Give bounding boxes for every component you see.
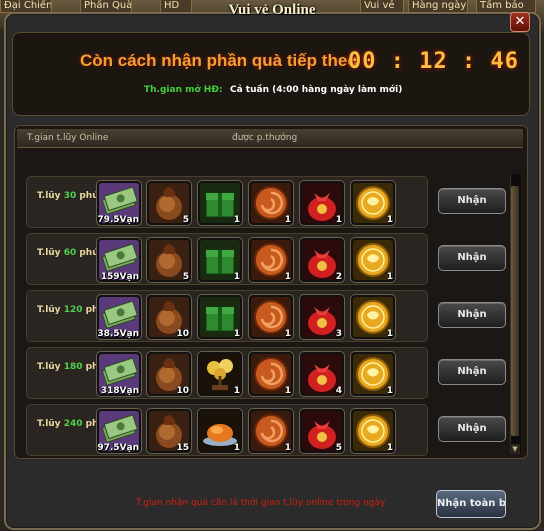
reward-item-slot[interactable]: 1 — [197, 408, 243, 454]
scrollbar-thumb[interactable] — [511, 186, 519, 436]
countdown-label: Còn cách nhận phần quà tiếp theo — [80, 51, 358, 70]
reward-item-slot[interactable]: 1 — [350, 294, 396, 340]
reward-item-slot[interactable]: 1 — [248, 180, 294, 226]
receive-button[interactable]: Nhận — [438, 245, 506, 271]
reward-item-slot[interactable]: 10 — [146, 351, 192, 397]
receive-button[interactable]: Nhận — [438, 359, 506, 385]
footer-note: T.gian nhận quà cần là thời gian t.lũy o… — [136, 498, 386, 508]
row-time-label: T.lũy 60 phút — [37, 248, 103, 258]
item-count: 4 — [335, 386, 342, 396]
item-count: 1 — [386, 272, 393, 282]
item-count: 1 — [284, 443, 291, 453]
reward-item-slot[interactable]: 1 — [350, 408, 396, 454]
reward-item-slot[interactable]: 10 — [146, 294, 192, 340]
row-minutes: 180 — [63, 362, 83, 372]
row-label-prefix: T.lũy — [37, 191, 64, 201]
reward-item-slot[interactable]: 397.5Vạn — [96, 408, 142, 454]
reward-item-slot[interactable]: 1 — [197, 180, 243, 226]
reward-item-slot[interactable]: 1 — [350, 351, 396, 397]
item-count: 10 — [176, 386, 189, 396]
row-label-prefix: T.lũy — [37, 248, 64, 258]
receive-button[interactable]: Nhận — [438, 302, 506, 328]
reward-item-slot[interactable]: 1 — [350, 180, 396, 226]
item-count: 397.5Vạn — [97, 443, 139, 453]
item-count: 79.5Vạn — [97, 215, 139, 225]
row-minutes: 30 — [63, 191, 77, 201]
reward-item-slot[interactable]: 5 — [146, 237, 192, 283]
window-title: Vui vẻ Online — [228, 2, 316, 18]
item-count: 1 — [386, 443, 393, 453]
receive-button[interactable]: Nhận — [438, 416, 506, 442]
reward-item-slot[interactable]: 2 — [299, 237, 345, 283]
reward-item-slot[interactable]: 159Vạn — [96, 237, 142, 283]
item-count: 3 — [335, 329, 342, 339]
row-label-prefix: T.lũy — [37, 362, 64, 372]
item-count: 238.5Vạn — [97, 329, 139, 339]
reward-item-slot[interactable]: 5 — [146, 180, 192, 226]
scroll-down-arrow-icon[interactable]: ▼ — [510, 444, 520, 454]
reward-item-slot[interactable]: 1 — [197, 237, 243, 283]
reward-item-slot[interactable]: 3 — [299, 294, 345, 340]
reward-item-slot[interactable]: 1 — [248, 294, 294, 340]
item-count: 5 — [182, 215, 189, 225]
reward-item-slot[interactable]: 4 — [299, 351, 345, 397]
reward-row: T.lũy 240 phút397.5Vạn151151 — [26, 404, 428, 456]
item-count: 1 — [284, 329, 291, 339]
row-minutes: 240 — [63, 419, 83, 429]
reward-item-slot[interactable]: 1 — [197, 294, 243, 340]
item-count: 10 — [176, 329, 189, 339]
item-count: 1 — [233, 215, 240, 225]
reward-row: T.lũy 180 phút318Vạn101141 — [26, 347, 428, 399]
item-count: 15 — [176, 443, 189, 453]
reward-item-slot[interactable]: 1 — [248, 237, 294, 283]
open-time-value: Cả tuần (4:00 hàng ngày làm mới) — [230, 85, 403, 95]
item-count: 159Vạn — [100, 272, 139, 282]
item-count: 318Vạn — [100, 386, 139, 396]
item-count: 1 — [233, 272, 240, 282]
item-count: 5 — [182, 272, 189, 282]
item-count: 1 — [284, 272, 291, 282]
item-count: 1 — [233, 329, 240, 339]
header-rewards: được p.thưởng — [232, 133, 298, 143]
reward-item-slot[interactable]: 1 — [248, 408, 294, 454]
item-count: 1 — [386, 215, 393, 225]
countdown-panel — [12, 32, 530, 116]
open-time-label: Th.gian mở HĐ: — [144, 85, 223, 95]
item-count: 1 — [284, 386, 291, 396]
close-button[interactable]: ✕ — [510, 12, 530, 32]
item-count: 1 — [233, 386, 240, 396]
row-label-prefix: T.lũy — [37, 419, 64, 429]
reward-row: T.lũy 120 phút238.5Vạn101131 — [26, 290, 428, 342]
receive-all-button[interactable]: Nhận toàn bộ — [436, 490, 506, 518]
reward-item-slot[interactable]: 79.5Vạn — [96, 180, 142, 226]
reward-item-slot[interactable]: 1 — [299, 180, 345, 226]
row-time-label: T.lũy 30 phút — [37, 191, 103, 201]
reward-item-slot[interactable]: 1 — [197, 351, 243, 397]
reward-item-slot[interactable]: 1 — [350, 237, 396, 283]
reward-row: T.lũy 60 phút 159Vạn 5 1 1 2 1 — [26, 233, 428, 285]
item-count: 1 — [335, 215, 342, 225]
reward-item-slot[interactable]: 5 — [299, 408, 345, 454]
item-count: 2 — [335, 272, 342, 282]
reward-item-slot[interactable]: 318Vạn — [96, 351, 142, 397]
item-count: 1 — [386, 329, 393, 339]
reward-item-slot[interactable]: 1 — [248, 351, 294, 397]
item-count: 5 — [335, 443, 342, 453]
header-accumulated-time: T.gian t.lũy Online — [27, 133, 109, 143]
row-label-prefix: T.lũy — [37, 305, 64, 315]
reward-item-slot[interactable]: 15 — [146, 408, 192, 454]
item-count: 1 — [233, 443, 240, 453]
countdown-timer: 00 : 12 : 46 — [348, 49, 519, 74]
reward-item-slot[interactable]: 238.5Vạn — [96, 294, 142, 340]
item-count: 1 — [386, 386, 393, 396]
reward-row: T.lũy 30 phút 79.5Vạn 5 1 1 1 1 — [26, 176, 428, 228]
row-minutes: 120 — [63, 305, 83, 315]
receive-button[interactable]: Nhận — [438, 188, 506, 214]
row-minutes: 60 — [63, 248, 77, 258]
item-count: 1 — [284, 215, 291, 225]
